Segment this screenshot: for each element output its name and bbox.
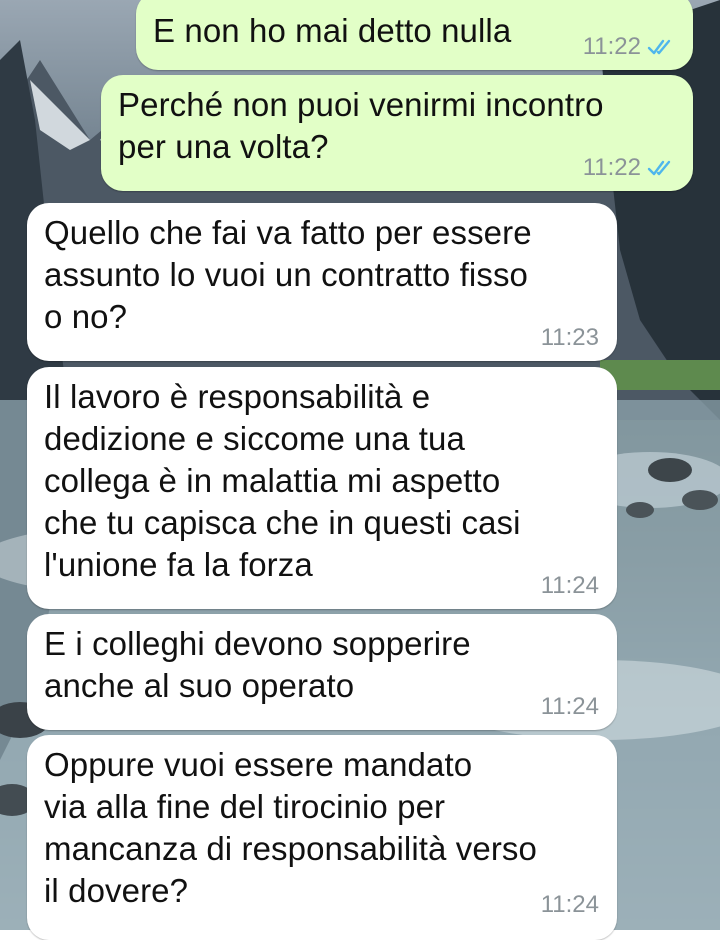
message-meta: 11:22 <box>583 34 675 60</box>
message-bubble-incoming[interactable]: Oppure vuoi essere mandato via alla fine… <box>27 735 617 940</box>
message-text: Perché non puoi venirmi incontro per una… <box>118 86 604 165</box>
message-text: Oppure vuoi essere mandato via alla fine… <box>44 746 537 909</box>
message-time: 11:22 <box>582 154 641 181</box>
message-bubble-incoming[interactable]: Il lavoro è responsabilità e dedizione e… <box>27 367 617 609</box>
message-time: 11:23 <box>540 324 599 351</box>
message-text: Il lavoro è responsabilità e dedizione e… <box>44 378 521 583</box>
message-time: 11:24 <box>540 891 599 918</box>
message-meta: 11:24 <box>541 694 599 720</box>
message-bubble-incoming[interactable]: E i colleghi devono sopperire anche al s… <box>27 614 617 730</box>
message-time: 11:24 <box>540 693 599 720</box>
message-time: 11:22 <box>582 33 641 60</box>
message-bubble-outgoing[interactable]: Perché non puoi venirmi incontro per una… <box>101 75 693 191</box>
message-meta: 11:22 <box>583 155 675 181</box>
double-check-icon <box>647 39 671 55</box>
message-bubble-outgoing[interactable]: E non ho mai detto nulla 11:22 <box>136 0 693 70</box>
message-meta: 11:23 <box>541 325 599 351</box>
message-meta: 11:24 <box>541 892 599 918</box>
message-text: Quello che fai va fatto per essere assun… <box>44 214 532 335</box>
message-bubble-incoming[interactable]: Quello che fai va fatto per essere assun… <box>27 203 617 361</box>
message-meta: 11:24 <box>541 573 599 599</box>
message-text: E i colleghi devono sopperire anche al s… <box>44 625 471 704</box>
message-time: 11:24 <box>540 572 599 599</box>
double-check-icon <box>647 160 671 176</box>
message-text: E non ho mai detto nulla <box>153 12 512 49</box>
